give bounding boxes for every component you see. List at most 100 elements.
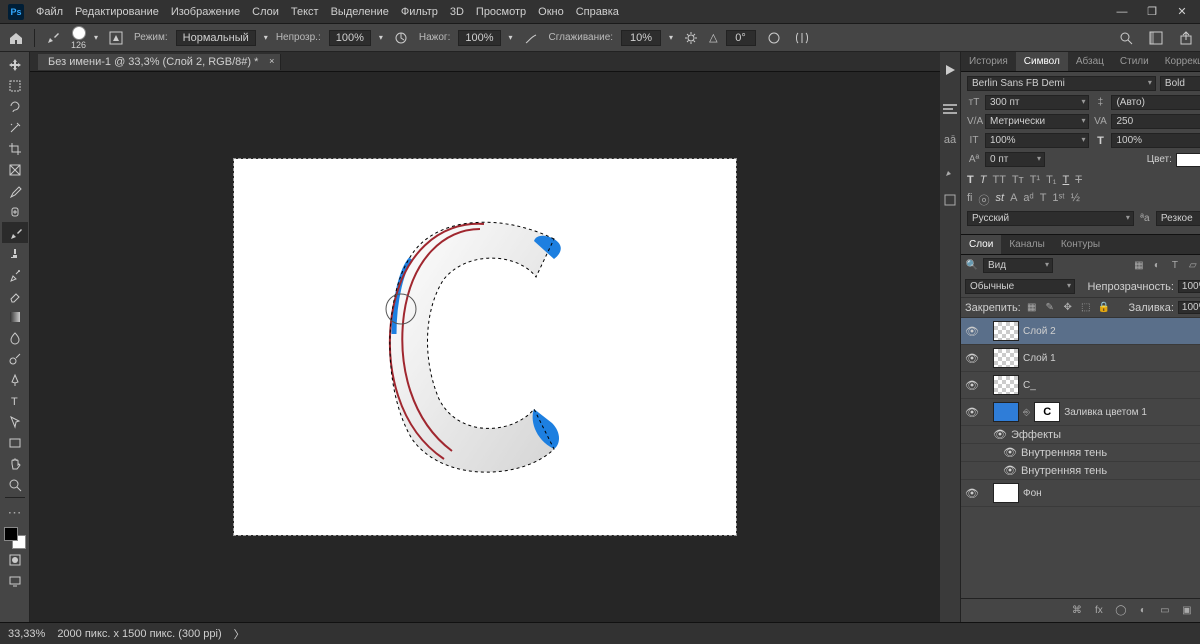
visibility-icon[interactable]: 👁 (965, 379, 979, 392)
ot-contextual[interactable]: ⓞ (979, 192, 990, 208)
stamp-tool[interactable] (2, 243, 28, 264)
menu-text[interactable]: Текст (291, 4, 319, 20)
baseline-field[interactable]: 0 пт (985, 152, 1045, 167)
tab-channels[interactable]: Каналы (1001, 235, 1053, 254)
brush-icon[interactable] (43, 28, 63, 48)
smooth-field[interactable]: 10% (621, 30, 661, 46)
ot-oldstyle[interactable]: 1ˢᵗ (1052, 192, 1064, 208)
path-select-tool[interactable] (2, 411, 28, 432)
ot-fi[interactable]: fi (967, 192, 973, 208)
pressure-opacity-icon[interactable] (391, 28, 411, 48)
underline-icon[interactable]: T (1063, 174, 1070, 186)
ot-titling[interactable]: A (1010, 192, 1017, 208)
brushes-panel-icon[interactable] (940, 160, 960, 180)
text-color-swatch[interactable] (1176, 153, 1200, 167)
menu-help[interactable]: Справка (576, 4, 619, 20)
quickmask-icon[interactable] (2, 549, 28, 570)
tab-paragraph[interactable]: Абзац (1068, 52, 1112, 71)
ot-ordinal[interactable]: T (1040, 192, 1047, 208)
canvas-area[interactable] (30, 72, 940, 622)
blur-tool[interactable] (2, 327, 28, 348)
lasso-tool[interactable] (2, 96, 28, 117)
menu-file[interactable]: Файл (36, 4, 63, 20)
bold-icon[interactable]: T (967, 174, 974, 186)
superscript-icon[interactable]: T¹ (1030, 174, 1040, 186)
visibility-icon[interactable]: 👁 (993, 428, 1007, 441)
edit-toolbar-icon[interactable]: ⋯ (2, 502, 28, 523)
paragraph-panel-icon[interactable] (940, 100, 960, 120)
brush-panel-icon[interactable] (106, 28, 126, 48)
tab-history[interactable]: История (961, 52, 1016, 71)
subscript-icon[interactable]: T₁ (1046, 174, 1056, 186)
lock-nest-icon[interactable]: ⬚ (1079, 302, 1093, 313)
tab-adjustments[interactable]: Коррекция (1157, 52, 1200, 71)
minimize-icon[interactable]: — (1112, 2, 1132, 22)
share-icon[interactable] (1176, 28, 1196, 48)
eraser-tool[interactable] (2, 285, 28, 306)
font-size-field[interactable]: 300 пт (985, 95, 1089, 110)
rectangle-shape-tool[interactable] (2, 432, 28, 453)
frame-tool[interactable] (2, 159, 28, 180)
brush-size[interactable]: 126 (71, 40, 86, 50)
ot-stylistic[interactable]: aᵈ (1023, 192, 1033, 208)
layer-filter-select[interactable]: Вид (983, 258, 1053, 273)
filter-adjust-icon[interactable]: ◐ (1150, 260, 1164, 271)
adjustment-layer-icon[interactable]: ◐ (1136, 605, 1150, 616)
smallcaps-icon[interactable]: Tᴛ (1012, 174, 1024, 186)
tab-close-icon[interactable]: × (269, 56, 274, 66)
layer-row[interactable]: 👁Слой 2 (961, 318, 1200, 345)
close-icon[interactable]: ✕ (1172, 2, 1192, 22)
menu-3d[interactable]: 3D (450, 4, 464, 20)
zoom-level[interactable]: 33,33% (8, 628, 45, 640)
effect-item[interactable]: 👁Внутренняя тень (961, 462, 1200, 480)
symmetry-icon[interactable] (792, 28, 812, 48)
lock-paint-icon[interactable]: ✎ (1043, 302, 1057, 313)
vscale-field[interactable]: 100% (985, 133, 1089, 148)
status-chevron-icon[interactable]: 〉 (234, 626, 245, 642)
filter-pixel-icon[interactable]: ▦ (1132, 260, 1146, 271)
play-icon[interactable] (940, 60, 960, 80)
heal-tool[interactable] (2, 201, 28, 222)
brush-tool[interactable] (2, 222, 28, 243)
layer-row[interactable]: 👁C_ (961, 372, 1200, 399)
glyphs-panel-icon[interactable]: aā (940, 130, 960, 150)
pressure-size-icon[interactable] (764, 28, 784, 48)
menu-image[interactable]: Изображение (171, 4, 240, 20)
history-brush-tool[interactable] (2, 264, 28, 285)
gear-icon[interactable] (681, 28, 701, 48)
allcaps-icon[interactable]: TT (992, 174, 1005, 186)
wand-tool[interactable] (2, 117, 28, 138)
kerning-field[interactable]: Метрически (985, 114, 1089, 129)
ot-fraction[interactable]: ½ (1071, 192, 1080, 208)
canvas[interactable] (234, 159, 736, 535)
tab-styles[interactable]: Стили (1112, 52, 1157, 71)
tab-paths[interactable]: Контуры (1053, 235, 1108, 254)
layer-row[interactable]: 👁⎆CЗаливка цветом 1fx ▾ (961, 399, 1200, 426)
new-layer-icon[interactable]: ▣ (1180, 605, 1194, 616)
type-tool[interactable]: T (2, 390, 28, 411)
move-tool[interactable] (2, 54, 28, 75)
effect-item[interactable]: 👁Внутренняя тень (961, 444, 1200, 462)
visibility-icon[interactable]: 👁 (1003, 464, 1017, 477)
opacity-field[interactable]: 100% (329, 30, 371, 46)
visibility-icon[interactable]: 👁 (965, 352, 979, 365)
menu-view[interactable]: Просмотр (476, 4, 526, 20)
leading-field[interactable]: (Авто) (1111, 95, 1200, 110)
menu-select[interactable]: Выделение (331, 4, 389, 20)
group-icon[interactable]: ▭ (1158, 605, 1172, 616)
tracking-field[interactable]: 250 (1111, 114, 1200, 129)
lock-all-icon[interactable]: 🔒 (1097, 302, 1111, 313)
hand-tool[interactable] (2, 453, 28, 474)
airbrush-icon[interactable] (521, 28, 541, 48)
mask-icon[interactable]: ◯ (1114, 605, 1128, 616)
pen-tool[interactable] (2, 369, 28, 390)
blend-mode-select[interactable]: Нормальный (176, 30, 256, 46)
marquee-tool[interactable] (2, 75, 28, 96)
layer-row[interactable]: 👁Слой 1 (961, 345, 1200, 372)
angle-field[interactable]: 0° (726, 30, 756, 46)
tab-character[interactable]: Символ (1016, 52, 1068, 71)
flow-field[interactable]: 100% (458, 30, 500, 46)
crop-tool[interactable] (2, 138, 28, 159)
layer-opacity-field[interactable]: 100% (1178, 280, 1200, 293)
workspace-icon[interactable] (1146, 28, 1166, 48)
